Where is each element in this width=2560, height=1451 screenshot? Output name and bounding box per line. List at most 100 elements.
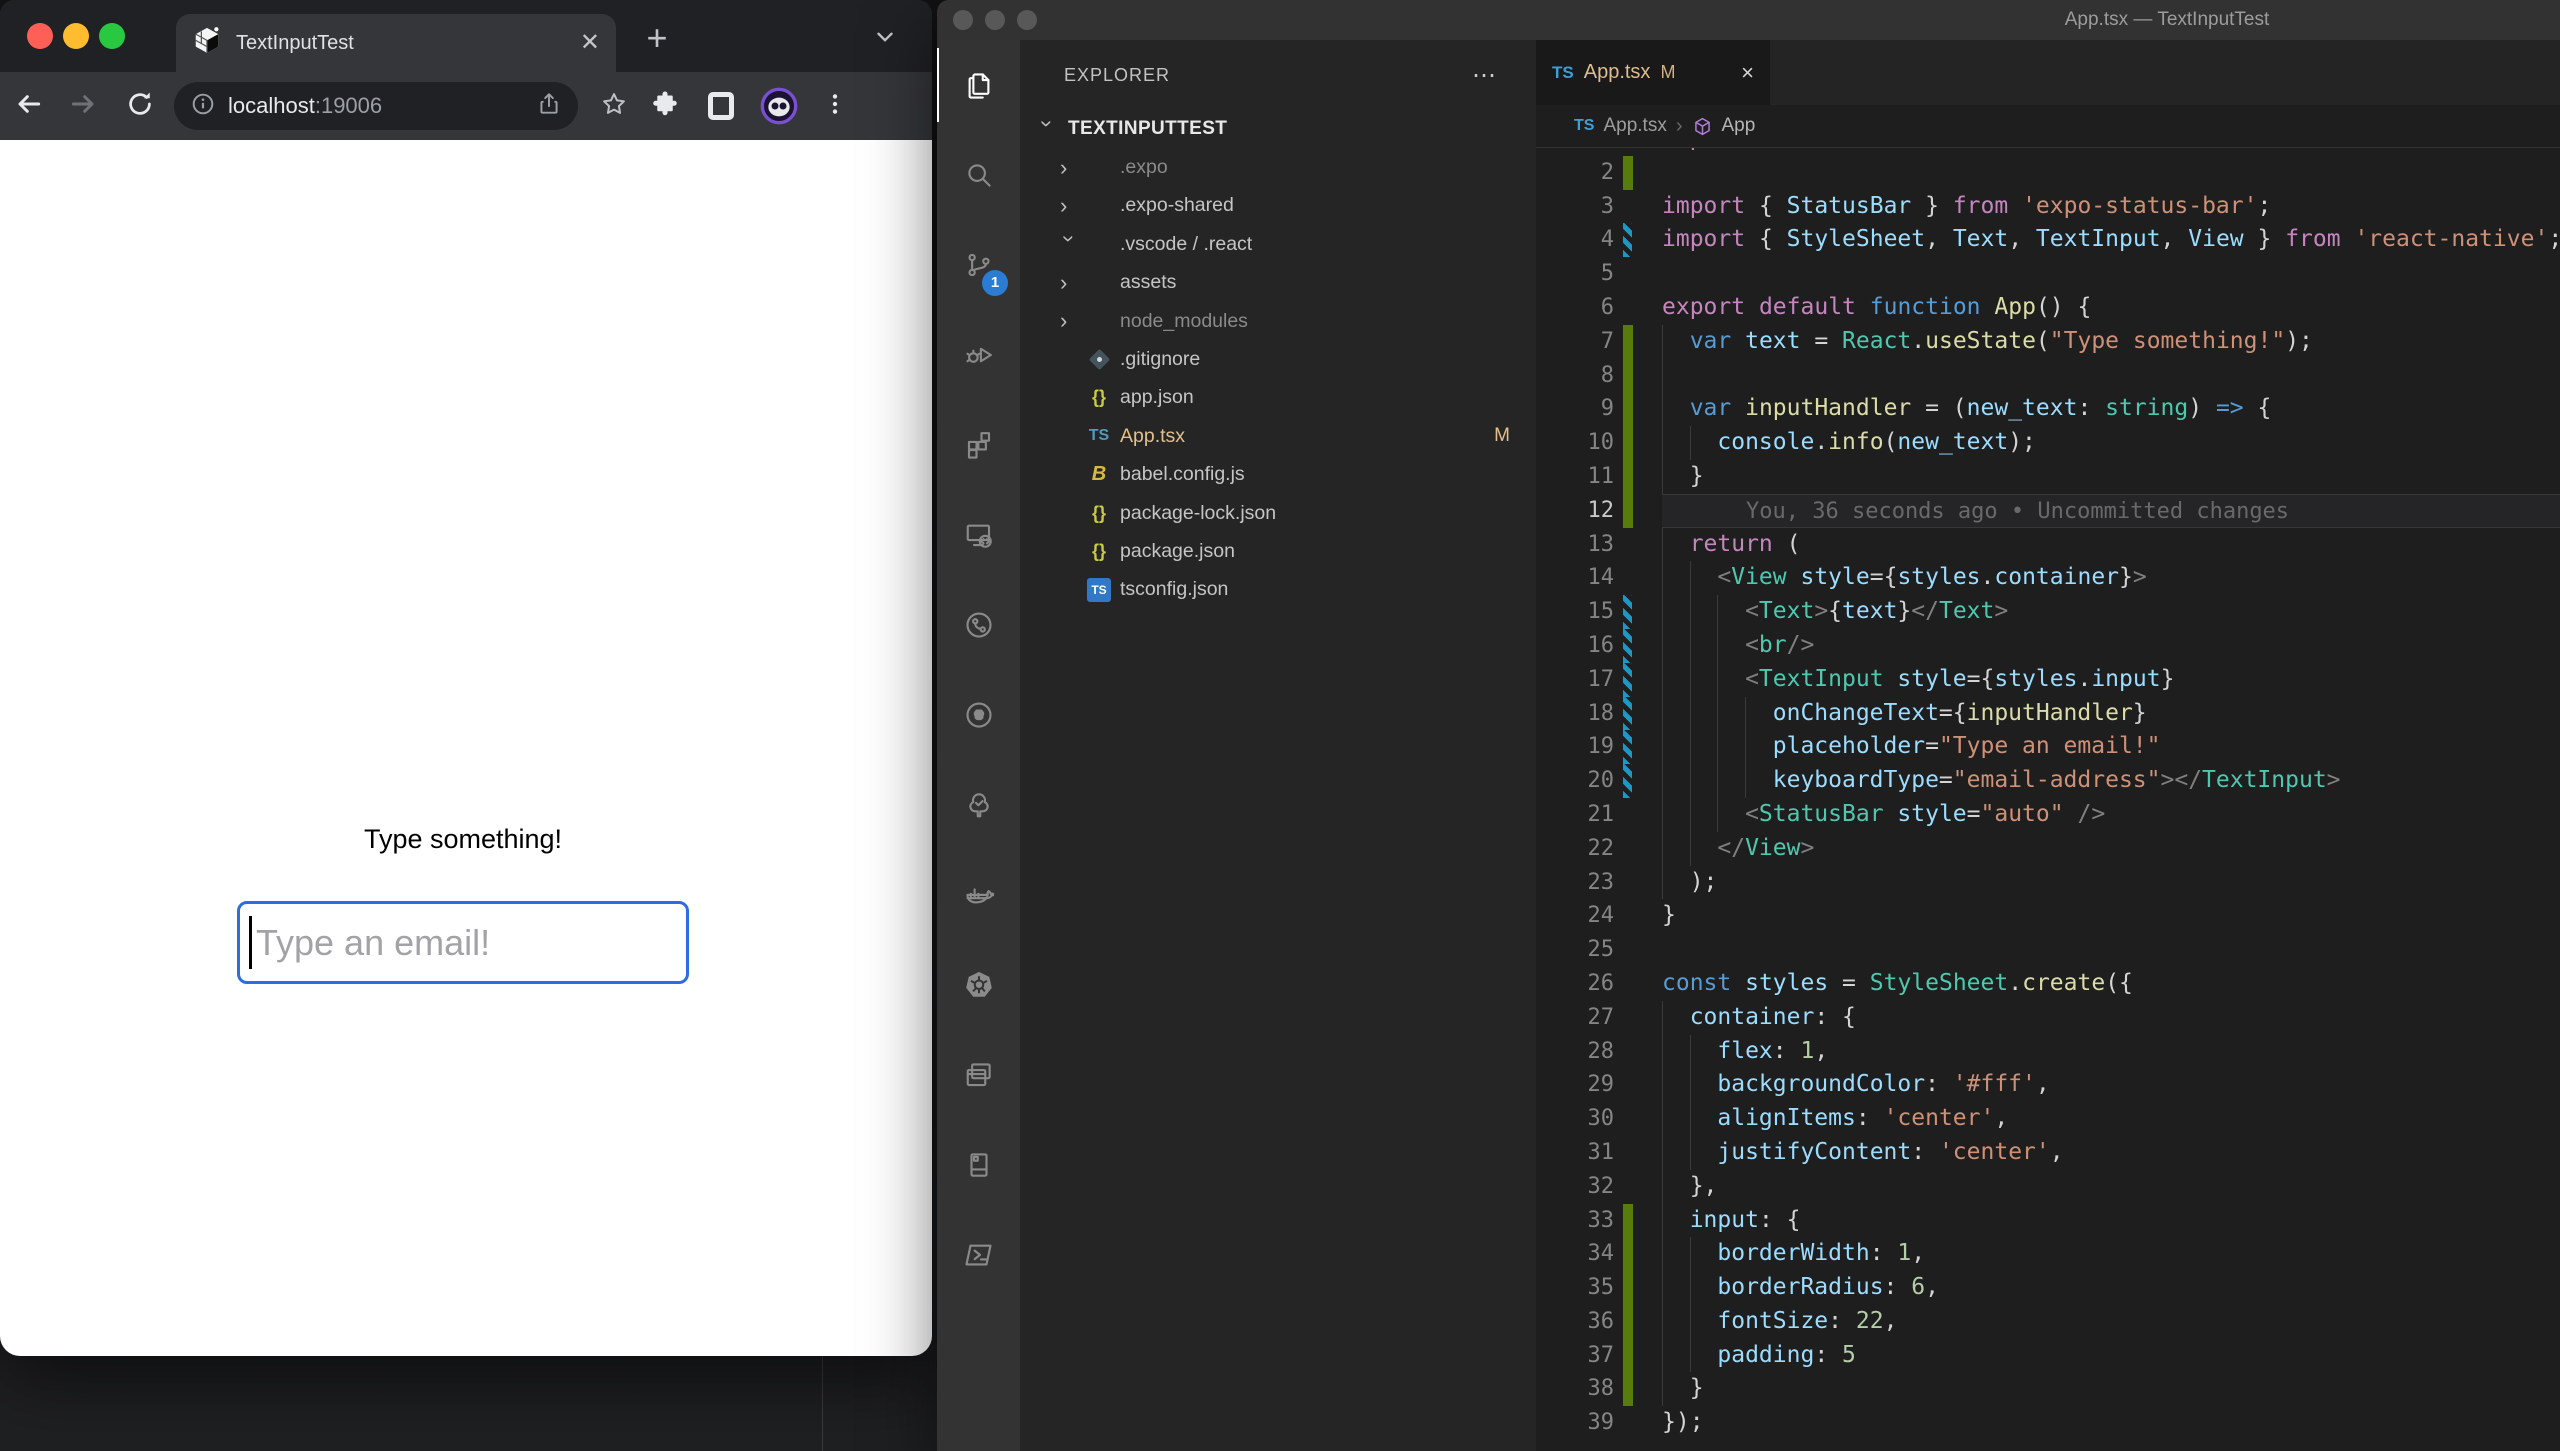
url-text[interactable]: localhost:19006 bbox=[228, 93, 524, 119]
back-button[interactable] bbox=[0, 88, 56, 125]
line-number[interactable]: 21 bbox=[1536, 798, 1614, 832]
line-number[interactable]: 13 bbox=[1536, 528, 1614, 562]
line-number[interactable]: 27 bbox=[1536, 1001, 1614, 1035]
code-line-35[interactable]: 35borderRadius: 6, bbox=[1536, 1271, 2560, 1305]
code-line-32[interactable]: 32}, bbox=[1536, 1170, 2560, 1204]
explorer-item-package-lock-json[interactable]: {}package-lock.json bbox=[1020, 494, 1536, 532]
line-number[interactable]: 18 bbox=[1536, 697, 1614, 731]
line-number[interactable]: 9 bbox=[1536, 392, 1614, 426]
tree-root[interactable]: › TEXTINPUTTEST bbox=[1020, 110, 1536, 148]
line-number[interactable]: 36 bbox=[1536, 1305, 1614, 1339]
code-line-20[interactable]: 20keyboardType="email-address"></TextInp… bbox=[1536, 764, 2560, 798]
code-line-3[interactable]: 3import { StatusBar } from 'expo-status-… bbox=[1536, 190, 2560, 224]
new-tab-button[interactable]: + bbox=[636, 18, 678, 60]
code-line-17[interactable]: 17<TextInput style={styles.input} bbox=[1536, 663, 2560, 697]
code-line-9[interactable]: 9var inputHandler = (new_text: string) =… bbox=[1536, 392, 2560, 426]
line-number[interactable]: 10 bbox=[1536, 426, 1614, 460]
code-line-12[interactable]: 12You, 36 seconds ago • Uncommitted chan… bbox=[1536, 494, 2560, 528]
line-number[interactable]: 17 bbox=[1536, 663, 1614, 697]
line-number[interactable]: 1 bbox=[1536, 148, 1614, 156]
activity-search-icon[interactable] bbox=[937, 130, 1020, 220]
code-line-33[interactable]: 33input: { bbox=[1536, 1204, 2560, 1238]
line-number[interactable]: 34 bbox=[1536, 1237, 1614, 1271]
explorer-actions-icon[interactable]: ⋯ bbox=[1472, 61, 1498, 90]
line-number[interactable]: 7 bbox=[1536, 325, 1614, 359]
line-number[interactable]: 25 bbox=[1536, 933, 1614, 967]
code-line-36[interactable]: 36fontSize: 22, bbox=[1536, 1305, 2560, 1339]
activity-docker-icon[interactable] bbox=[937, 850, 1020, 940]
code-line-21[interactable]: 21<StatusBar style="auto" /> bbox=[1536, 798, 2560, 832]
code-line-7[interactable]: 7var text = React.useState("Type somethi… bbox=[1536, 325, 2560, 359]
line-number[interactable]: 24 bbox=[1536, 899, 1614, 933]
line-number[interactable]: 30 bbox=[1536, 1102, 1614, 1136]
line-number[interactable]: 19 bbox=[1536, 730, 1614, 764]
activity-source-control-icon[interactable]: 1 bbox=[937, 220, 1020, 310]
activity-device-icon[interactable] bbox=[937, 1120, 1020, 1210]
code-line-15[interactable]: 15<Text>{text}</Text> bbox=[1536, 595, 2560, 629]
vscode-minimize-button[interactable] bbox=[985, 10, 1005, 30]
code-line-6[interactable]: 6export default function App() { bbox=[1536, 291, 2560, 325]
activity-kubernetes-icon[interactable] bbox=[937, 940, 1020, 1030]
line-number[interactable]: 39 bbox=[1536, 1406, 1614, 1440]
line-number[interactable]: 22 bbox=[1536, 832, 1614, 866]
code-line-38[interactable]: 38} bbox=[1536, 1372, 2560, 1406]
explorer-item-assets[interactable]: ›assets bbox=[1020, 264, 1536, 302]
code-line-8[interactable]: 8 bbox=[1536, 359, 2560, 393]
code-line-37[interactable]: 37padding: 5 bbox=[1536, 1339, 2560, 1373]
line-number[interactable]: 8 bbox=[1536, 359, 1614, 393]
code-line-28[interactable]: 28flex: 1, bbox=[1536, 1035, 2560, 1069]
vscode-zoom-button[interactable] bbox=[1017, 10, 1037, 30]
vscode-close-button[interactable] bbox=[953, 10, 973, 30]
code-line-30[interactable]: 30alignItems: 'center', bbox=[1536, 1102, 2560, 1136]
activity-powershell-icon[interactable] bbox=[937, 1210, 1020, 1300]
code-line-29[interactable]: 29backgroundColor: '#fff', bbox=[1536, 1068, 2560, 1102]
extensions-puzzle-icon[interactable] bbox=[650, 89, 680, 124]
mac-close-button[interactable] bbox=[27, 23, 53, 49]
breadcrumb-symbol[interactable]: App bbox=[1722, 115, 1756, 137]
code-line-26[interactable]: 26const styles = StyleSheet.create({ bbox=[1536, 967, 2560, 1001]
line-number[interactable]: 32 bbox=[1536, 1170, 1614, 1204]
line-number[interactable]: 23 bbox=[1536, 866, 1614, 900]
line-number[interactable]: 14 bbox=[1536, 561, 1614, 595]
code-line-13[interactable]: 13return ( bbox=[1536, 528, 2560, 562]
code-line-11[interactable]: 11} bbox=[1536, 460, 2560, 494]
side-panel-icon[interactable] bbox=[708, 92, 734, 120]
forward-button[interactable] bbox=[56, 88, 112, 125]
mac-zoom-button[interactable] bbox=[99, 23, 125, 49]
code-line-5[interactable]: 5 bbox=[1536, 257, 2560, 291]
mac-minimize-button[interactable] bbox=[63, 23, 89, 49]
address-bar[interactable]: localhost:19006 bbox=[174, 82, 578, 130]
code-editor[interactable]: 1import React from 'react';23import { St… bbox=[1536, 148, 2560, 1451]
activity-github-icon[interactable] bbox=[937, 670, 1020, 760]
explorer-item-node-modules[interactable]: ›node_modules bbox=[1020, 302, 1536, 340]
explorer-item-app-json[interactable]: {}app.json bbox=[1020, 379, 1536, 417]
line-number[interactable]: 11 bbox=[1536, 460, 1614, 494]
reload-button[interactable] bbox=[112, 89, 168, 124]
tab-search-chevron-icon[interactable] bbox=[872, 24, 898, 55]
code-line-4[interactable]: 4import { StyleSheet, Text, TextInput, V… bbox=[1536, 223, 2560, 257]
activity-explorer-icon[interactable] bbox=[937, 40, 1020, 130]
explorer-item--expo-shared[interactable]: ›.expo-shared bbox=[1020, 187, 1536, 225]
explorer-item--expo[interactable]: ›.expo bbox=[1020, 148, 1536, 186]
code-line-1[interactable]: 1import React from 'react'; bbox=[1536, 148, 2560, 156]
vscode-titlebar[interactable]: App.tsx — TextInputTest bbox=[937, 0, 2560, 40]
editor-tab-apptsx[interactable]: TS App.tsx M × bbox=[1536, 40, 1770, 105]
profile-avatar[interactable] bbox=[759, 86, 799, 126]
code-line-27[interactable]: 27container: { bbox=[1536, 1001, 2560, 1035]
line-number[interactable]: 26 bbox=[1536, 967, 1614, 1001]
tab-close-icon[interactable]: × bbox=[1741, 60, 1754, 86]
line-number[interactable]: 20 bbox=[1536, 764, 1614, 798]
explorer-item-app-tsx[interactable]: TSApp.tsxM bbox=[1020, 417, 1536, 455]
browser-menu-dots-icon[interactable] bbox=[822, 91, 848, 122]
site-info-icon[interactable] bbox=[190, 91, 216, 122]
line-number[interactable]: 37 bbox=[1536, 1339, 1614, 1373]
activity-remote-explorer-icon[interactable] bbox=[937, 490, 1020, 580]
line-number[interactable]: 15 bbox=[1536, 595, 1614, 629]
line-number[interactable]: 4 bbox=[1536, 223, 1614, 257]
code-line-19[interactable]: 19placeholder="Type an email!" bbox=[1536, 730, 2560, 764]
line-number[interactable]: 5 bbox=[1536, 257, 1614, 291]
breadcrumb[interactable]: TS App.tsx › App bbox=[1536, 105, 2560, 148]
line-number[interactable]: 6 bbox=[1536, 291, 1614, 325]
activity-run-debug-icon[interactable] bbox=[937, 310, 1020, 400]
breadcrumb-file[interactable]: App.tsx bbox=[1603, 115, 1666, 137]
